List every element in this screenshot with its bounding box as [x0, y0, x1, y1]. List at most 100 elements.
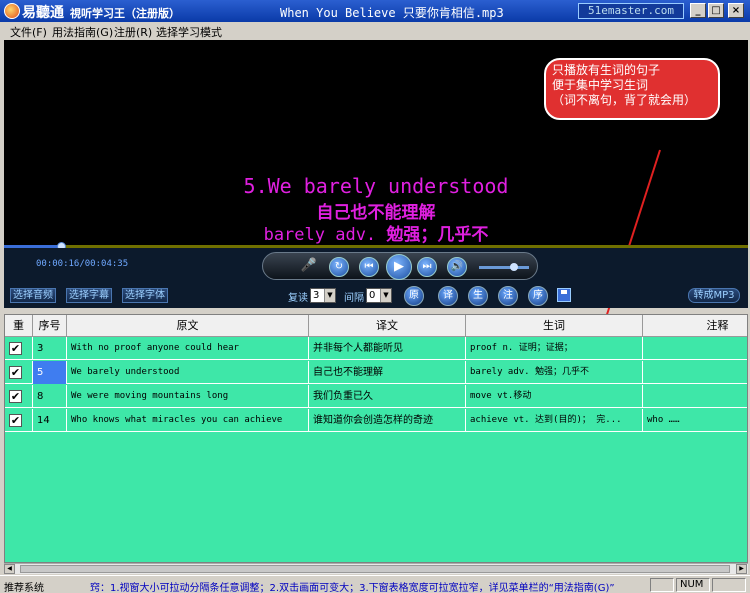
repeat-checkbox[interactable]: ✔ — [9, 414, 22, 427]
status-tip: 窍：1.视窗大小可拉动分隔条任意调整；2.双击画面可变大；3.下窗表格宽度可拉宽… — [90, 583, 615, 593]
select-subtitle-button[interactable]: 选择字幕 — [66, 288, 112, 303]
original-cell: With no proof anyone could hear — [67, 337, 309, 360]
status-pane-empty — [650, 578, 674, 592]
repeat-cell[interactable]: ✔ — [5, 409, 33, 432]
save-icon[interactable] — [557, 288, 571, 302]
number-cell-selected: 5 — [33, 361, 67, 384]
brand-logo: 51emaster.com — [578, 3, 684, 19]
status-left-text: 推荐系统 — [4, 583, 44, 593]
toggle-translation-button[interactable]: 译 — [438, 286, 458, 306]
title-bar: 易聽通 視听学习王（注册版） When You Believe 只要你肯相信.m… — [0, 0, 750, 22]
column-header-original[interactable]: 原文 — [67, 315, 309, 337]
subtitle-original: 5.We barely understood — [243, 174, 509, 198]
tool-row: 选择音频 选择字幕 选择字体 复读 3 ▼ 间隔 0 ▼ 原 译 生 注 序 转… — [4, 284, 748, 308]
volume-slider[interactable] — [479, 263, 529, 271]
repeat-cell[interactable]: ✔ — [5, 337, 33, 360]
menu-register[interactable]: 注册(R) — [114, 24, 152, 40]
toggle-vocab-button[interactable]: 生 — [468, 286, 488, 306]
translation-cell: 我们负重已久 — [309, 385, 466, 408]
repeat-count-value: 3 — [313, 290, 320, 301]
toggle-order-button[interactable]: 序 — [528, 286, 548, 306]
toggle-original-button[interactable]: 原 — [404, 286, 424, 306]
status-pane-empty — [712, 578, 746, 592]
callout-line-2: 便于集中学习生词 — [552, 78, 649, 92]
repeat-checkbox[interactable]: ✔ — [9, 390, 22, 403]
note-cell — [643, 337, 747, 360]
menu-learning-mode[interactable]: 选择学习模式 — [156, 24, 222, 40]
menu-bar: 文件(F) 用法指南(G) 注册(R) 选择学习模式 — [0, 22, 750, 39]
table-row[interactable]: ✔ 5 We barely understood 自己也不能理解 barely … — [5, 361, 747, 384]
select-font-button[interactable]: 选择字体 — [122, 288, 168, 303]
translation-cell: 自己也不能理解 — [309, 361, 466, 384]
number-cell: 3 — [33, 337, 67, 360]
vocab-cell: barely adv. 勉强；几乎不 — [466, 361, 643, 384]
original-cell: Who knows what miracles you can achieve — [67, 409, 309, 432]
control-strip: 00:00:16/00:04:35 🎤 ↻ ⏮ ▶ ⏭ 🔊 — [4, 248, 748, 284]
horizontal-scrollbar[interactable]: ◀ ▶ — [4, 563, 748, 574]
subtitle-vocab-word: barely adv. — [263, 225, 377, 245]
status-bar: 推荐系统 窍：1.视窗大小可拉动分隔条任意调整；2.双击画面可变大；3.下窗表格… — [0, 575, 750, 593]
app-logo-icon — [4, 3, 20, 19]
app-window: 易聽通 視听学习王（注册版） When You Believe 只要你肯相信.m… — [0, 0, 750, 593]
column-header-notes[interactable]: 注释 — [643, 315, 747, 337]
number-cell: 8 — [33, 385, 67, 408]
interval-label: 间隔 — [344, 293, 364, 304]
repeat-cell[interactable]: ✔ — [5, 361, 33, 384]
previous-button[interactable]: ⏮ — [359, 257, 379, 277]
sentence-table: 重 序号 原文 译文 生词 注释 ✔ 3 With no proof anyon… — [4, 314, 748, 563]
maximize-button[interactable]: □ — [708, 3, 724, 18]
table-row[interactable]: ✔ 8 We were moving mountains long 我们负重已久… — [5, 385, 747, 408]
play-button[interactable]: ▶ — [386, 254, 412, 280]
time-display: 00:00:16/00:04:35 — [36, 259, 129, 269]
vocab-cell: move vt.移动 — [466, 385, 643, 408]
next-button[interactable]: ⏭ — [417, 257, 437, 277]
app-subtitle: 視听学习王（注册版） — [70, 7, 180, 20]
table-row[interactable]: ✔ 3 With no proof anyone could hear 并非每个… — [5, 337, 747, 360]
repeat-button[interactable]: ↻ — [329, 257, 349, 277]
chevron-down-icon: ▼ — [380, 289, 391, 302]
vocab-cell: achieve vt. 达到(目的)； 完... — [466, 409, 643, 432]
subtitle-vocab: barely adv. 勉强；几乎不 — [4, 220, 748, 245]
menu-guide[interactable]: 用法指南(G) — [52, 24, 113, 40]
scroll-right-icon[interactable]: ▶ — [736, 564, 747, 574]
callout-annotation: 只播放有生词的句子 便于集中学习生词 （词不离句，背了就会用） — [544, 58, 720, 120]
note-cell: who …… — [643, 409, 747, 432]
player-controls: 🎤 ↻ ⏮ ▶ ⏭ 🔊 — [262, 252, 538, 280]
scroll-left-icon[interactable]: ◀ — [4, 564, 15, 574]
convert-mp3-button[interactable]: 转成MP3 — [688, 288, 740, 303]
minimize-button[interactable]: _ — [690, 3, 706, 18]
volume-slider-thumb[interactable] — [510, 263, 518, 271]
column-header-vocab[interactable]: 生词 — [466, 315, 643, 337]
table-row[interactable]: ✔ 14 Who knows what miracles you can ach… — [5, 409, 747, 432]
repeat-checkbox[interactable]: ✔ — [9, 366, 22, 379]
repeat-count-select[interactable]: 3 ▼ — [310, 288, 336, 303]
volume-icon[interactable]: 🔊 — [447, 257, 467, 277]
note-cell — [643, 385, 747, 408]
table-header: 重 序号 原文 译文 生词 注释 — [5, 315, 747, 337]
repeat-label: 复读 — [288, 293, 308, 304]
original-cell: We barely understood — [67, 361, 309, 384]
translation-cell: 并非每个人都能听见 — [309, 337, 466, 360]
original-cell: We were moving mountains long — [67, 385, 309, 408]
app-name: 易聽通 — [22, 5, 64, 21]
menu-file[interactable]: 文件(F) — [10, 24, 47, 40]
interval-select[interactable]: 0 ▼ — [366, 288, 392, 303]
column-header-repeat[interactable]: 重 — [5, 315, 33, 337]
document-title: When You Believe 只要你肯相信.mp3 — [280, 6, 504, 20]
vocab-cell: proof n. 证明；证据； — [466, 337, 643, 360]
chevron-down-icon: ▼ — [324, 289, 335, 302]
scrollbar-thumb[interactable] — [20, 565, 730, 573]
callout-line-3: （词不离句，背了就会用） — [552, 93, 697, 107]
toggle-notes-button[interactable]: 注 — [498, 286, 518, 306]
repeat-cell[interactable]: ✔ — [5, 385, 33, 408]
interval-value: 0 — [369, 290, 376, 301]
close-button[interactable]: × — [728, 3, 744, 18]
repeat-checkbox[interactable]: ✔ — [9, 342, 22, 355]
column-header-translation[interactable]: 译文 — [309, 315, 466, 337]
num-lock-indicator: NUM — [676, 578, 710, 592]
column-header-number[interactable]: 序号 — [33, 315, 67, 337]
translation-cell: 谁知道你会创造怎样的奇迹 — [309, 409, 466, 432]
microphone-icon[interactable]: 🎤 — [299, 257, 319, 277]
number-cell: 14 — [33, 409, 67, 432]
select-audio-button[interactable]: 选择音频 — [10, 288, 56, 303]
